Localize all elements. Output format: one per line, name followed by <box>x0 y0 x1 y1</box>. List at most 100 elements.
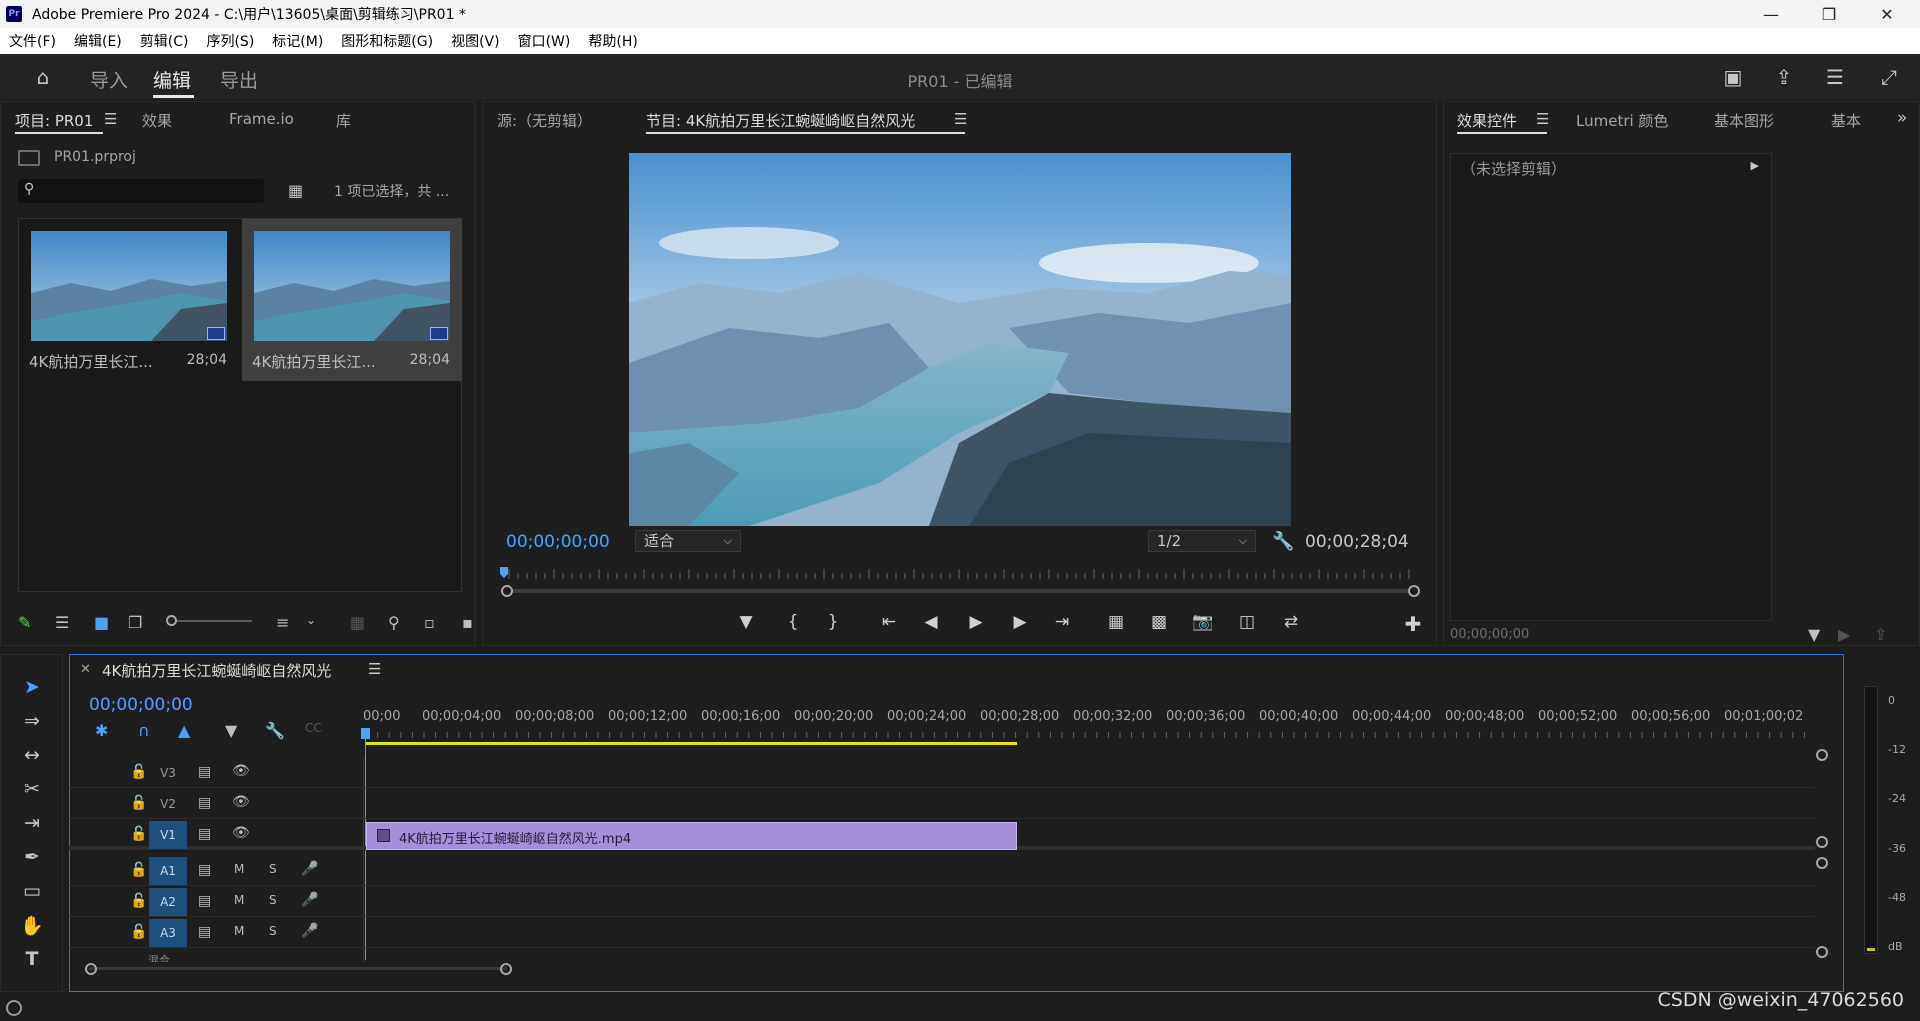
project-menu-icon[interactable]: ☰ <box>104 110 117 128</box>
lift-icon[interactable]: ▦ <box>1103 612 1129 632</box>
microphone-icon[interactable]: 🎤 <box>301 892 318 908</box>
timeline-horizontal-scrollbar[interactable] <box>89 967 507 970</box>
minimize-icon[interactable]: — <box>1742 0 1800 28</box>
mute-button[interactable]: M <box>234 924 244 938</box>
h-scroll-start-knob[interactable] <box>85 963 97 975</box>
menu-help[interactable]: 帮助(H) <box>579 31 646 51</box>
cloud-sync-icon[interactable] <box>6 1000 22 1016</box>
video-scroll-top-knob[interactable] <box>1816 749 1828 761</box>
zoom-slider[interactable] <box>166 615 252 626</box>
sync-lock-icon[interactable]: ▤ <box>198 795 211 811</box>
lock-icon[interactable]: 🔓 <box>130 764 147 780</box>
restore-icon[interactable]: ❐ <box>1800 0 1858 28</box>
solo-button[interactable]: S <box>269 893 277 907</box>
sequence-tab[interactable]: 4K航拍万里长江蜿蜒崎岖自然风光 <box>102 660 331 681</box>
lock-icon[interactable]: 🔓 <box>130 924 147 940</box>
track-select-tool-icon[interactable]: ⇒ <box>14 710 50 740</box>
new-bin-icon[interactable]: ▫ <box>424 613 435 632</box>
project-item[interactable]: 4K航拍万里长江... 28;04 <box>19 219 239 381</box>
timeline-clip-v1[interactable]: 4K航拍万里长江蜿蜒崎岖自然风光.mp4 <box>366 822 1017 850</box>
compare-icon[interactable]: ◫ <box>1234 612 1260 632</box>
step-forward-icon[interactable]: ▶ <box>1007 612 1033 632</box>
out-point-icon[interactable]: } <box>820 612 846 632</box>
menu-file[interactable]: 文件(F) <box>0 31 65 51</box>
tab-effects[interactable]: 效果 <box>142 110 172 131</box>
add-button-icon[interactable]: ✚ <box>1400 612 1426 636</box>
close-sequence-icon[interactable]: ✕ <box>80 662 91 677</box>
new-item-icon[interactable]: ▪ <box>462 613 473 632</box>
chevron-down-icon[interactable]: ⌄ <box>306 613 316 627</box>
search-icon[interactable]: ⚲ <box>388 613 400 632</box>
pen-tool-icon[interactable]: ✒ <box>14 846 50 876</box>
expand-arrow-icon[interactable]: ▶ <box>1751 159 1759 172</box>
pencil-icon[interactable]: ✎ <box>18 613 31 632</box>
tab-program[interactable]: 节目: 4K航拍万里长江蜿蜒崎岖自然风光 <box>646 110 915 131</box>
filter-icon[interactable]: ▼ <box>1808 625 1820 644</box>
menu-view[interactable]: 视图(V) <box>442 31 509 51</box>
tab-essential-graphics[interactable]: 基本图形 <box>1714 110 1774 131</box>
track-label-a3[interactable]: A3 <box>149 919 187 947</box>
menu-edit[interactable]: 编辑(E) <box>65 31 131 51</box>
effect-controls-menu-icon[interactable]: ☰ <box>1536 110 1549 128</box>
menu-graphics[interactable]: 图形和标题(G) <box>332 31 442 51</box>
tab-source[interactable]: 源:（无剪辑） <box>497 110 592 131</box>
play-icon[interactable]: ▶ <box>963 612 989 632</box>
find-icon[interactable]: ▦ <box>288 181 303 200</box>
sync-lock-icon[interactable]: ▤ <box>198 862 211 878</box>
fit-dropdown[interactable]: 适合 ⌵ <box>635 530 741 552</box>
nest-icon[interactable]: ✱ <box>95 721 108 740</box>
track-label-a2[interactable]: A2 <box>149 888 187 916</box>
sort-icon[interactable]: ≡ <box>276 613 289 632</box>
microphone-icon[interactable]: 🎤 <box>301 923 318 939</box>
tab-frameio[interactable]: Frame.io <box>229 110 294 128</box>
razor-tool-icon[interactable]: ✂ <box>14 778 50 808</box>
solo-button[interactable]: S <box>269 862 277 876</box>
sync-lock-icon[interactable]: ▤ <box>198 764 211 780</box>
tab-essential[interactable]: 基本 <box>1831 110 1871 131</box>
video-scroll-bottom-knob[interactable] <box>1816 836 1828 848</box>
track-label-v3[interactable]: V3 <box>149 759 187 787</box>
tab-libraries[interactable]: 库 <box>336 110 351 131</box>
microphone-icon[interactable]: 🎤 <box>301 861 318 877</box>
proxy-icon[interactable]: ⇄ <box>1278 612 1304 632</box>
track-label-v1[interactable]: V1 <box>149 821 187 849</box>
slip-tool-icon[interactable]: ⇥ <box>14 812 50 842</box>
timeline-menu-icon[interactable]: ☰ <box>368 660 381 678</box>
track-label-v2[interactable]: V2 <box>149 790 187 818</box>
tab-lumetri-color[interactable]: Lumetri 颜色 <box>1576 110 1668 131</box>
zoom-slider-knob[interactable] <box>166 615 177 626</box>
ripple-edit-tool-icon[interactable]: ↔ <box>14 744 50 774</box>
program-time-ruler[interactable] <box>499 567 1419 579</box>
extract-icon[interactable]: ▩ <box>1146 612 1172 632</box>
type-tool-icon[interactable]: T <box>14 948 50 978</box>
mute-button[interactable]: M <box>234 862 244 876</box>
hand-tool-icon[interactable]: ✋ <box>14 914 50 944</box>
sync-lock-icon[interactable]: ▤ <box>198 893 211 909</box>
program-menu-icon[interactable]: ☰ <box>954 110 967 128</box>
lock-icon[interactable]: 🔓 <box>130 826 147 842</box>
workspace-menu-icon[interactable]: ☰ <box>1822 64 1848 90</box>
menu-markers[interactable]: 标记(M) <box>263 31 332 51</box>
list-view-icon[interactable]: ☰ <box>55 613 69 632</box>
program-video-frame[interactable] <box>629 153 1291 526</box>
program-zoom-scrollbar[interactable] <box>505 589 1415 593</box>
timeline-settings-icon[interactable]: 🔧 <box>265 721 285 740</box>
mute-button[interactable]: M <box>234 893 244 907</box>
share-icon[interactable]: ⇪ <box>1771 64 1797 90</box>
sync-lock-icon[interactable]: ▤ <box>198 924 211 940</box>
marker-icon[interactable]: ▼ <box>733 612 759 632</box>
sync-lock-icon[interactable]: ▤ <box>198 826 211 842</box>
close-icon[interactable]: ✕ <box>1858 0 1916 28</box>
timeline-timecode[interactable]: 00;00;00;00 <box>89 695 193 715</box>
menu-window[interactable]: 窗口(W) <box>509 31 580 51</box>
menu-clip[interactable]: 剪辑(C) <box>131 31 198 51</box>
quick-export-icon[interactable]: ▣ <box>1720 64 1746 90</box>
project-search-input[interactable]: ⚲ <box>18 179 264 203</box>
go-to-in-icon[interactable]: ⇤ <box>876 612 902 632</box>
audio-scroll-top-knob[interactable] <box>1816 857 1828 869</box>
wrench-icon[interactable]: 🔧 <box>1272 531 1294 552</box>
program-current-timecode[interactable]: 00;00;00;00 <box>506 532 610 552</box>
eye-icon[interactable]: 👁 <box>232 794 250 810</box>
overflow-chevron-icon[interactable]: » <box>1897 108 1907 128</box>
selection-tool-icon[interactable]: ➤ <box>14 676 50 706</box>
